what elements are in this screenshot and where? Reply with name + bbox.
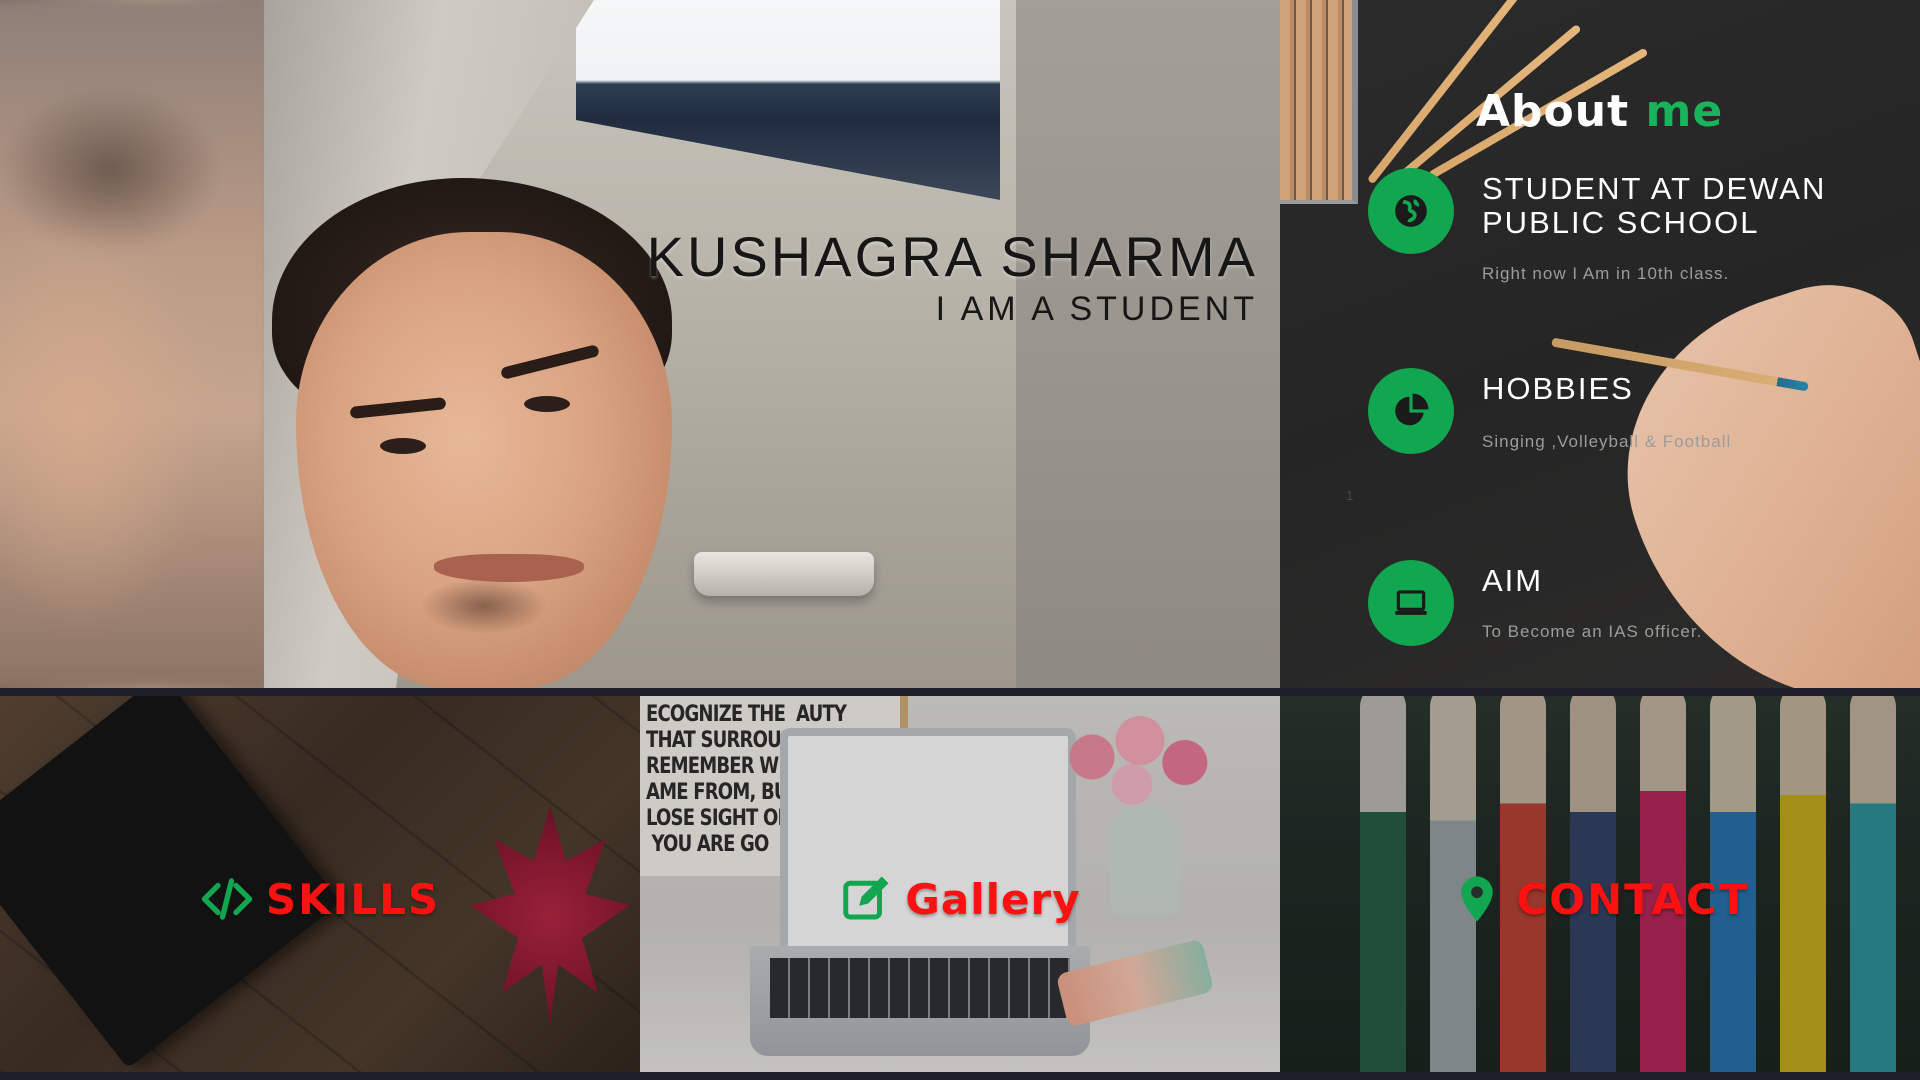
person-eye-right (524, 396, 570, 412)
pencil-box (1280, 0, 1358, 204)
gallery-tile[interactable]: ECOGNIZE THE AUTY THAT SURROUN REMEMBER … (640, 696, 1280, 1072)
about-item-detail: Singing ,Volleyball & Football (1482, 432, 1732, 451)
profile-hero: KUSHAGRA SHARMA I AM A STUDENT (0, 0, 1280, 688)
blurred-background-face (0, 0, 270, 688)
contact-link[interactable]: CONTACT (1450, 872, 1749, 926)
car-interior-panel (1016, 0, 1280, 688)
profile-role: I AM A STUDENT (935, 290, 1258, 328)
about-item-heading: AIM (1482, 563, 1544, 598)
about-me-panel: About me STUDENT AT DEWAN PUBLIC SCHOOL … (1280, 0, 1920, 688)
edit-icon (843, 876, 889, 920)
profile-name: KUSHAGRA SHARMA (646, 225, 1258, 288)
about-title-accent: me (1645, 86, 1724, 137)
skills-tile[interactable]: SKILLS (0, 696, 640, 1072)
skills-link[interactable]: SKILLS (200, 872, 440, 926)
about-item-heading: HOBBIES (1482, 371, 1634, 406)
gallery-label: Gallery (905, 874, 1081, 924)
about-item-heading: STUDENT AT DEWAN PUBLIC SCHOOL (1482, 171, 1827, 240)
bottom-border (0, 1072, 1920, 1080)
about-item-school: STUDENT AT DEWAN PUBLIC SCHOOL Right now… (1368, 168, 1908, 288)
person-mouth (434, 554, 584, 582)
about-item-detail: Right now I Am in 10th class. (1482, 264, 1730, 283)
contact-label: CONTACT (1516, 874, 1750, 924)
pie-chart-icon (1368, 368, 1454, 454)
person-face (296, 232, 672, 688)
car-window (576, 0, 1000, 200)
about-item-detail: To Become an IAS officer. (1482, 622, 1703, 641)
person-eye-left (380, 438, 426, 454)
map-pin-icon (1461, 876, 1494, 922)
car-dome-light (694, 552, 874, 596)
code-icon (201, 878, 253, 920)
about-item-aim: AIM To Become an IAS officer. (1368, 560, 1908, 680)
globe-icon (1368, 168, 1454, 254)
contact-tile[interactable]: CONTACT (1280, 696, 1920, 1072)
gallery-link[interactable]: Gallery (839, 872, 1080, 926)
about-title-main: About (1476, 86, 1630, 137)
about-title: About me (1476, 86, 1723, 137)
skills-label: SKILLS (265, 874, 441, 924)
about-item-hobbies: HOBBIES Singing ,Volleyball & Football (1368, 368, 1908, 488)
slide-marker: 1 (1346, 488, 1354, 503)
laptop-icon (1368, 560, 1454, 646)
